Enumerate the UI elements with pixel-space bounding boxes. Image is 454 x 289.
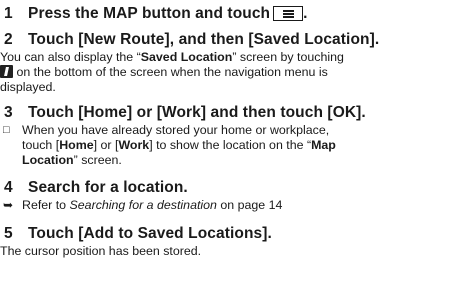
step-1-period: . [303,5,308,22]
step-5-text: Touch [Add to Saved Locations]. [28,225,272,242]
step-2-heading: 2 Touch [New Route], and then [Saved Loca… [4,31,379,49]
ref-text-b: on page 14 [216,198,283,212]
step-4-heading: 4 Search for a location. [4,179,188,197]
step-3-note-line-3: Location” screen. [22,153,122,168]
step-2-body-line-3: displayed. [0,80,56,95]
step-2-body-line-1: You can also display the “Saved Location… [0,50,344,65]
ref-text-a: Refer to [22,198,70,212]
step-4-text: Search for a location. [28,179,188,196]
note-text-b: ] or [ [93,138,119,152]
reference-arrow-icon: ➥ [3,198,14,212]
work-label: Work [118,138,150,152]
home-label: Home [59,138,94,152]
step-3-heading: 3 Touch [Home] or [Work] and then touch [… [4,104,366,122]
location-label: Location [22,153,74,167]
map-pin-icon [0,65,13,78]
step-5-body: The cursor position has been stored. [0,244,201,259]
step-2-number: 2 [4,31,13,48]
step-2-body-text: You can also display the “ [0,50,141,64]
manual-page: 1 Press the MAP button and touch. 2 Touch … [0,0,454,289]
note-text-c: ] to show the location on the “ [149,138,312,152]
step-1-heading: 1 Press the MAP button and touch. [4,5,308,23]
note-text-a: touch [ [22,138,60,152]
step-3-note-line-2: touch [Home] or [Work] to show the locat… [22,138,336,153]
saved-location-label: Saved Location [140,50,233,64]
note-text-d: ” screen. [73,153,122,167]
step-4-number: 4 [4,179,13,196]
step-3-number: 3 [4,104,13,121]
step-2-body-text-c: on the bottom of the screen when the nav… [13,65,328,79]
step-5-heading: 5 Touch [Add to Saved Locations]. [4,225,272,243]
step-2-body-line-2: on the bottom of the screen when the nav… [0,65,328,80]
note-checkbox-icon: □ [3,124,10,136]
step-2-body-text-d: displayed. [0,80,56,94]
step-1-text: Press the MAP button and touch [28,5,271,22]
step-3-note-line-1: When you have already stored your home o… [22,123,329,138]
step-5-body-text: The cursor position has been stored. [0,244,202,258]
map-label: Map [311,138,336,152]
step-3-note-text: When you have already stored your home o… [22,123,330,137]
step-3-text: Touch [Home] or [Work] and then touch [O… [28,104,366,121]
menu-icon [273,6,304,21]
step-5-number: 5 [4,225,13,242]
step-1-number: 1 [4,5,13,22]
step-2-body-text-b: ” screen by touching [232,50,344,64]
ref-section-link: Searching for a destination [69,198,217,212]
step-2-text: Touch [New Route], and then [Saved Locat… [28,31,380,48]
step-4-reference: Refer to Searching for a destination on … [22,198,282,213]
